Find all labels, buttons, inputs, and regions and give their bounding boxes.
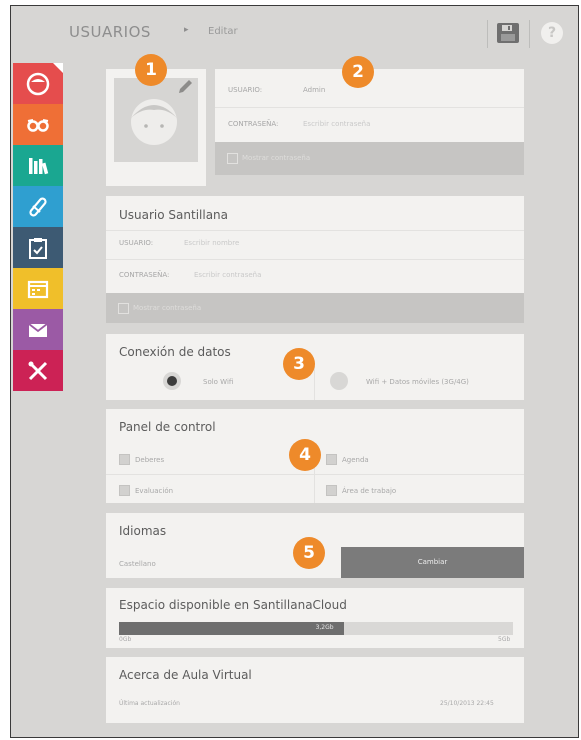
languages-title: Idiomas	[119, 524, 167, 538]
santillana-show-password-bar: Mostrar contraseña	[106, 293, 524, 323]
santillana-user-label: USUARIO:	[119, 239, 154, 247]
sidebar-item-tasks[interactable]	[13, 227, 63, 268]
callout-badge-3: 3	[283, 348, 315, 380]
breadcrumb-current: Editar	[208, 26, 238, 37]
divider	[106, 230, 524, 231]
wifi-data-label: Wifi + Datos móviles (3G/4G)	[366, 378, 469, 386]
account-panel: USUARIO: Admin CONTRASEÑA: Escribir cont…	[215, 69, 524, 175]
sidebar-item-agenda[interactable]	[13, 268, 63, 309]
pencil-icon	[29, 197, 47, 216]
calendar-icon	[27, 280, 49, 298]
storage-progress-bar: 3,2Gb	[119, 622, 513, 635]
divider	[106, 259, 524, 260]
clipboard-icon	[29, 237, 47, 259]
page-title: USUARIOS	[69, 23, 151, 41]
callout-badge-5: 5	[293, 537, 325, 569]
workspace-checkbox[interactable]	[326, 485, 337, 496]
storage-panel: Espacio disponible en SantillanaCloud 3,…	[106, 588, 524, 648]
sidebar-item-glasses[interactable]	[13, 104, 63, 145]
divider	[106, 474, 524, 475]
show-password-bar: Mostrar contraseña	[215, 142, 524, 175]
callout-badge-4: 4	[289, 439, 321, 471]
breadcrumb-separator-icon: ▸	[184, 25, 189, 35]
santillana-show-password-label: Mostrar contraseña	[133, 304, 202, 312]
callout-badge-1: 1	[135, 54, 167, 86]
wifi-only-radio[interactable]	[163, 372, 181, 390]
app-frame: USUARIOS ▸ Editar ? USUARIO: Admin CONTR…	[10, 5, 579, 738]
top-bar: USUARIOS ▸ Editar ?	[11, 6, 578, 58]
about-panel: Acerca de Aula Virtual Última actualizac…	[106, 657, 524, 723]
show-password-label: Mostrar contraseña	[242, 154, 311, 162]
edit-pencil-icon[interactable]	[176, 78, 194, 96]
santillana-panel: Usuario Santillana USUARIO: Escribir nom…	[106, 196, 524, 323]
help-icon[interactable]: ?	[541, 22, 563, 44]
storage-title: Espacio disponible en SantillanaCloud	[119, 598, 347, 612]
last-update-value: 25/10/2013 22:45	[440, 700, 494, 707]
tools-icon	[28, 361, 48, 380]
storage-min-label: 0Gb	[119, 636, 132, 643]
glasses-icon	[27, 118, 49, 132]
user-label: USUARIO:	[228, 86, 263, 94]
evaluation-checkbox[interactable]	[119, 485, 130, 496]
sidebar-item-library[interactable]	[13, 145, 63, 186]
storage-progress-fill: 3,2Gb	[119, 622, 344, 635]
santillana-password-field[interactable]: Escribir contraseña	[194, 271, 261, 279]
toolbar-divider	[529, 20, 530, 48]
divider	[314, 366, 315, 400]
evaluation-label: Evaluación	[135, 487, 174, 495]
workspace-label: Área de trabajo	[342, 487, 397, 495]
divider	[215, 107, 524, 108]
storage-max-label: 5Gb	[498, 636, 511, 643]
control-panel-title: Panel de control	[119, 420, 216, 434]
avatar-card[interactable]	[106, 69, 206, 186]
homework-label: Deberes	[135, 456, 165, 464]
active-tab-corner-icon	[53, 63, 63, 73]
wifi-only-label: Solo Wifi	[203, 378, 234, 386]
santillana-show-password-checkbox[interactable]	[118, 303, 129, 314]
storage-used-label: 3,2Gb	[315, 624, 334, 631]
avatar-icon	[26, 72, 50, 95]
sidebar-item-notes[interactable]	[13, 186, 63, 227]
sidebar	[13, 63, 63, 391]
santillana-user-field[interactable]: Escribir nombre	[184, 239, 239, 247]
santillana-password-label: CONTRASEÑA:	[119, 271, 170, 279]
last-update-label: Última actualización	[119, 700, 180, 707]
toolbar-divider	[487, 20, 488, 48]
current-language: Castellano	[119, 560, 156, 568]
connection-title: Conexión de datos	[119, 345, 231, 359]
password-field[interactable]: Escribir contraseña	[303, 120, 370, 128]
homework-checkbox[interactable]	[119, 454, 130, 465]
save-icon[interactable]	[497, 23, 519, 43]
santillana-title: Usuario Santillana	[119, 208, 229, 222]
user-field[interactable]: Admin	[303, 86, 325, 94]
callout-badge-2: 2	[342, 56, 374, 88]
about-title: Acerca de Aula Virtual	[119, 668, 252, 682]
sidebar-item-settings[interactable]	[13, 350, 63, 391]
agenda-label: Agenda	[342, 456, 369, 464]
password-label: CONTRASEÑA:	[228, 120, 279, 128]
change-language-button[interactable]: Cambiar	[341, 547, 524, 578]
connection-panel: Conexión de datos Solo Wifi Wifi + Datos…	[106, 334, 524, 400]
sidebar-item-messages[interactable]	[13, 309, 63, 350]
books-icon	[29, 157, 49, 174]
wifi-data-radio[interactable]	[330, 372, 348, 390]
mail-icon	[28, 322, 48, 337]
agenda-checkbox[interactable]	[326, 454, 337, 465]
show-password-checkbox[interactable]	[227, 153, 238, 164]
